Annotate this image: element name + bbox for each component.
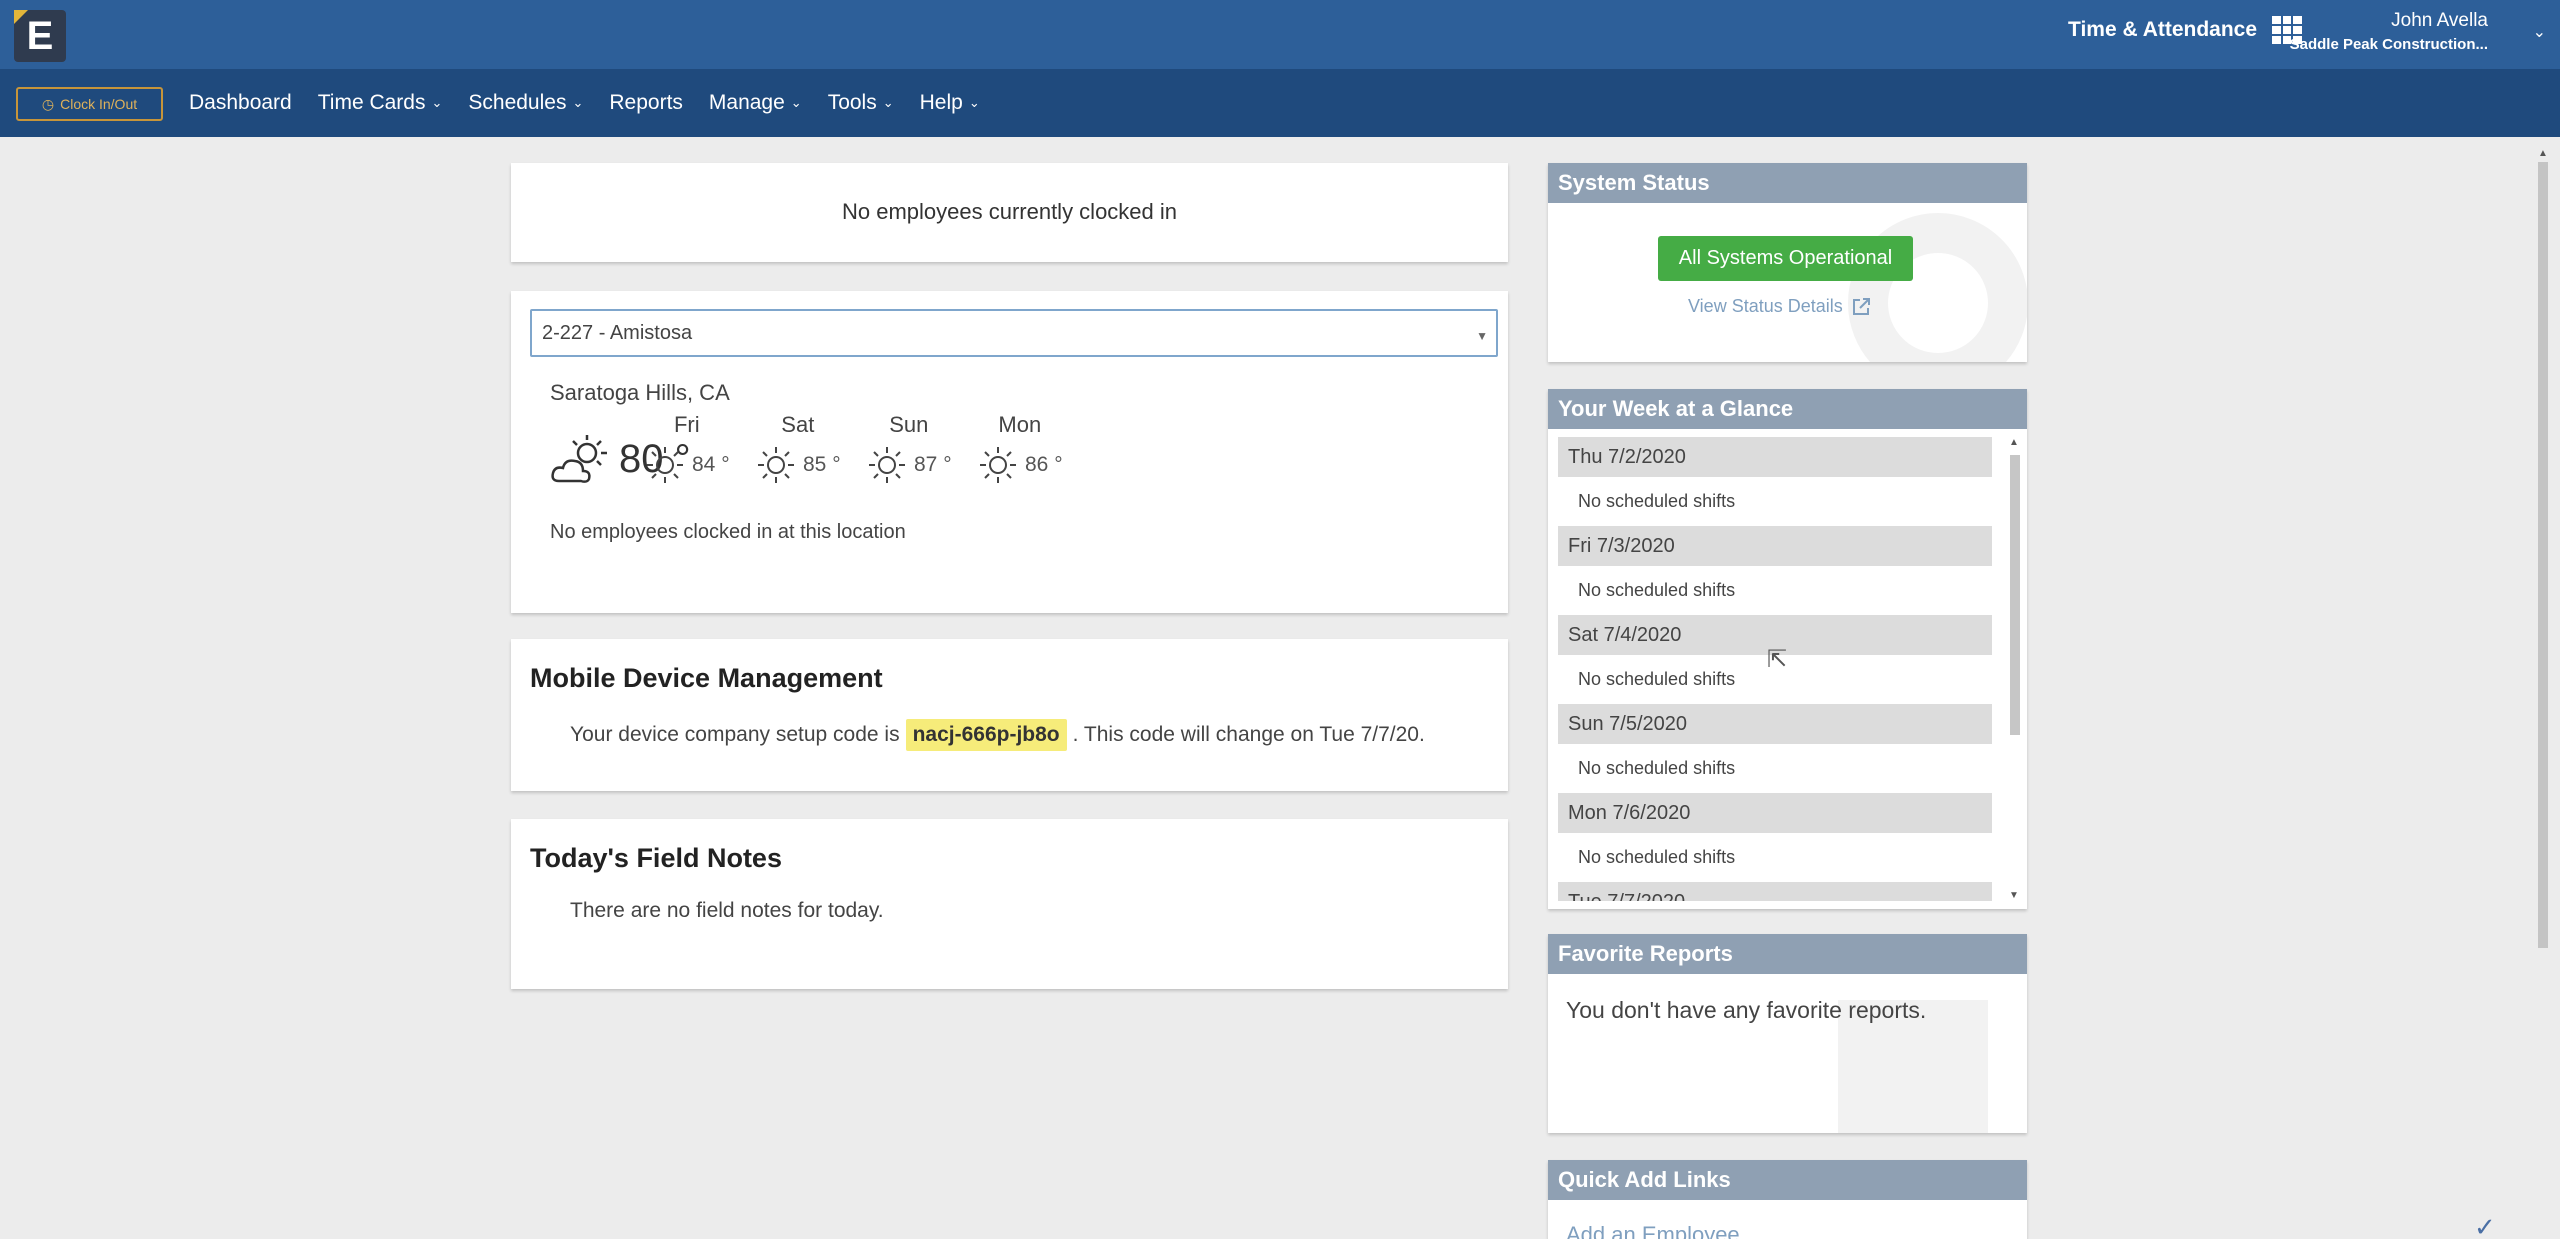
sunny-icon: [758, 447, 794, 483]
mdm-prefix: Your device company setup code is: [570, 723, 900, 746]
week-day-header: Sun 7/5/2020: [1558, 704, 1992, 744]
week-scrollbar[interactable]: ▲ ▼: [2008, 437, 2022, 901]
mobile-device-card: Mobile Device Management Your device com…: [511, 639, 1508, 791]
nav-tools[interactable]: Tools ⌄: [828, 91, 894, 115]
forecast-day: Fri 84 °: [644, 412, 730, 486]
nav-manage[interactable]: Manage ⌄: [709, 91, 802, 115]
mdm-title: Mobile Device Management: [530, 663, 883, 693]
app-logo[interactable]: E: [14, 10, 66, 62]
partly-cloudy-icon: [551, 435, 607, 483]
checkmark-icon: ✓: [2474, 1212, 2496, 1239]
field-notes-card: Today's Field Notes There are no field n…: [511, 819, 1508, 989]
mdm-suffix: . This code will change on Tue 7/7/20.: [1072, 723, 1425, 746]
nav-schedules[interactable]: Schedules ⌄: [468, 91, 583, 115]
view-status-link[interactable]: View Status Details: [1688, 296, 1871, 317]
mdm-message: Your device company setup code is nacj-6…: [570, 719, 1425, 751]
chevron-down-icon: ⌄: [968, 95, 980, 110]
quick-add-panel: Quick Add Links Add an Employee: [1548, 1160, 2027, 1239]
weather-city: Saratoga Hills, CA: [550, 380, 730, 405]
add-employee-link[interactable]: Add an Employee: [1566, 1222, 1740, 1239]
logo-accent: [14, 10, 28, 24]
page-scrollbar[interactable]: ▲: [2536, 148, 2550, 1239]
product-title[interactable]: Time & Attendance: [2068, 18, 2257, 42]
clock-in-out-label: Clock In/Out: [60, 96, 138, 112]
user-name[interactable]: John Avella: [2391, 10, 2488, 32]
week-day-shifts: No scheduled shifts: [1578, 491, 1736, 511]
scroll-thumb[interactable]: [2010, 455, 2020, 735]
scroll-up-icon[interactable]: ▲: [2009, 437, 2019, 448]
chevron-down-icon: ⌄: [572, 95, 584, 110]
forecast-day: Mon 86 °: [977, 412, 1063, 486]
panel-title: Quick Add Links: [1548, 1160, 2027, 1200]
favorite-reports-message: You don't have any favorite reports.: [1566, 997, 1927, 1023]
panel-title: Your Week at a Glance: [1548, 389, 2027, 429]
logo-letter: E: [26, 13, 54, 58]
location-card: 2-227 - Amistosa ▼ Saratoga Hills, CA 80…: [511, 291, 1508, 613]
field-notes-message: There are no field notes for today.: [570, 899, 884, 922]
week-day-header: Mon 7/6/2020: [1558, 793, 1992, 833]
forecast-day: Sat 85 °: [755, 412, 841, 486]
scroll-thumb[interactable]: [2538, 162, 2548, 948]
clock-icon: ◷: [41, 95, 55, 112]
user-company[interactable]: Saddle Peak Construction...: [2290, 36, 2488, 53]
panel-title: Favorite Reports: [1548, 934, 2027, 974]
chevron-down-icon: ⌄: [882, 95, 894, 110]
sunny-icon: [869, 447, 905, 483]
week-day-header: Thu 7/2/2020: [1558, 437, 1992, 477]
location-clocked-message: No employees clocked in at this location: [550, 521, 906, 543]
user-menu-chevron-icon[interactable]: ⌄: [2533, 22, 2546, 42]
field-notes-title: Today's Field Notes: [530, 843, 782, 873]
week-day-shifts: No scheduled shifts: [1578, 847, 1736, 867]
sunny-icon: [980, 447, 1016, 483]
panel-title: System Status: [1548, 163, 2027, 203]
location-select[interactable]: 2-227 - Amistosa ▼: [530, 309, 1498, 357]
systems-operational-button[interactable]: All Systems Operational: [1658, 236, 1913, 281]
nav-help[interactable]: Help ⌄: [920, 91, 980, 115]
system-status-panel: System Status All Systems Operational Vi…: [1548, 163, 2027, 362]
favorite-reports-panel: Favorite Reports You don't have any favo…: [1548, 934, 2027, 1133]
chevron-down-icon: ⌄: [790, 95, 802, 110]
top-bar: E Time & Attendance John Avella Saddle P…: [0, 0, 2560, 69]
chevron-down-icon: ⌄: [431, 95, 443, 110]
external-link-icon: [1852, 297, 1870, 315]
nav-dashboard[interactable]: Dashboard: [189, 91, 292, 115]
clocked-in-card: No employees currently clocked in: [511, 163, 1508, 262]
sunny-icon: [647, 447, 683, 483]
scroll-up-icon[interactable]: ▲: [2538, 148, 2548, 159]
nav-reports[interactable]: Reports: [609, 91, 683, 115]
forecast-day: Sun 87 °: [866, 412, 952, 486]
location-select-value: 2-227 - Amistosa: [542, 321, 693, 344]
clock-in-out-button[interactable]: ◷ Clock In/Out: [16, 87, 163, 121]
dropdown-arrow-icon: ▼: [1476, 329, 1488, 343]
nav-time-cards[interactable]: Time Cards ⌄: [318, 91, 443, 115]
clocked-in-message: No employees currently clocked in: [841, 199, 1178, 224]
mouse-cursor-icon: ⇱: [1767, 646, 1788, 673]
main-nav: ◷ Clock In/Out Dashboard Time Cards ⌄ Sch…: [0, 69, 2560, 137]
scroll-down-icon[interactable]: ▼: [2009, 890, 2019, 901]
week-day-shifts: No scheduled shifts: [1578, 758, 1736, 778]
week-day-header: Fri 7/3/2020: [1558, 526, 1992, 566]
week-glance-panel: Your Week at a Glance Thu 7/2/2020 No sc…: [1548, 389, 2027, 909]
setup-code: nacj-666p-jb8o: [905, 719, 1067, 751]
week-day-shifts: No scheduled shifts: [1578, 580, 1736, 600]
week-day-header: Tue 7/7/2020: [1558, 882, 1992, 901]
